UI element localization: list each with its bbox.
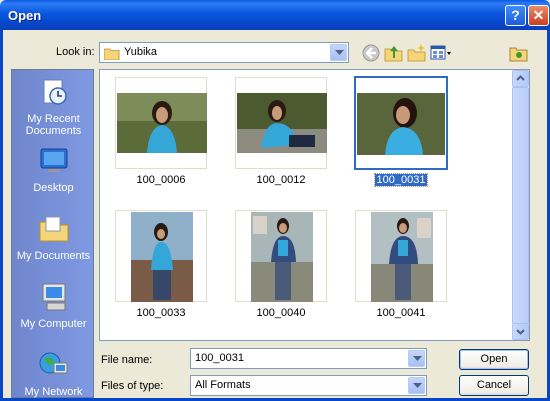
place-label: My Network: [24, 386, 83, 398]
vertical-scrollbar[interactable]: [512, 70, 529, 340]
file-thumbnail-100_0031[interactable]: [354, 76, 448, 170]
help-button[interactable]: ?: [505, 5, 526, 26]
files-of-type-dropdown[interactable]: All Formats: [190, 375, 427, 396]
places-bar: My Recent Documents Desktop My Documents…: [11, 69, 94, 398]
file-name-dropdown-arrow[interactable]: [408, 350, 425, 367]
new-folder-icon[interactable]: [407, 43, 427, 63]
look-in-label: Look in:: [56, 46, 95, 58]
photo-thumbnail: [357, 79, 445, 167]
chevron-down-icon: [516, 329, 525, 335]
place-label: My Computer: [20, 318, 87, 330]
file-name-label[interactable]: 100_0006: [115, 174, 207, 186]
folder-icon: [104, 48, 120, 60]
my-network-icon: [39, 352, 67, 374]
file-name-label[interactable]: 100_0040: [235, 307, 327, 319]
my-documents-icon: [39, 216, 68, 242]
look-in-dropdown[interactable]: Yubika: [99, 42, 349, 63]
scroll-up-button[interactable]: [512, 70, 529, 87]
place-my-computer[interactable]: My Computer: [12, 281, 95, 330]
file-name-label[interactable]: 100_0033: [115, 307, 207, 319]
photo-thumbnail: [251, 212, 313, 302]
file-thumbnail-100_0006[interactable]: [115, 77, 207, 169]
title-bar: Open ? ✕: [0, 0, 550, 30]
file-thumbnail-100_0012[interactable]: [235, 77, 327, 169]
file-name-label[interactable]: 100_0012: [235, 174, 327, 186]
place-label: My Recent Documents: [25, 113, 82, 137]
photo-thumbnail: [117, 93, 207, 153]
place-recent-documents[interactable]: My Recent Documents: [12, 76, 95, 137]
up-folder-icon[interactable]: [384, 43, 404, 63]
view-menu-icon[interactable]: [430, 43, 452, 63]
photo-thumbnail: [237, 93, 327, 153]
window-border-left: [0, 30, 3, 401]
file-name-label-selected[interactable]: 100_0031: [355, 173, 447, 187]
photo-thumbnail: [371, 212, 433, 302]
look-in-dropdown-arrow[interactable]: [330, 44, 347, 61]
file-thumbnail-100_0040[interactable]: [235, 210, 327, 302]
place-label: Desktop: [33, 182, 74, 194]
files-of-type-label: Files of type:: [101, 380, 164, 392]
photo-thumbnail: [131, 212, 193, 302]
folder-options-icon[interactable]: [509, 43, 529, 63]
file-name-label[interactable]: 100_0041: [355, 307, 447, 319]
place-label: My Documents: [16, 250, 91, 262]
file-thumbnail-100_0041[interactable]: [355, 210, 447, 302]
chevron-up-icon: [516, 75, 525, 81]
file-name-value: 100_0031: [195, 352, 244, 364]
look-in-value: Yubika: [124, 46, 158, 58]
desktop-icon: [40, 148, 67, 172]
file-name-label: File name:: [101, 354, 153, 366]
window-title: Open: [8, 8, 42, 23]
file-thumbnail-100_0033[interactable]: [115, 210, 207, 302]
place-my-documents[interactable]: My Documents: [12, 213, 95, 262]
place-my-network[interactable]: My Network: [12, 349, 95, 398]
scroll-down-button[interactable]: [512, 323, 529, 340]
file-name-input[interactable]: 100_0031: [190, 348, 427, 369]
files-of-type-dropdown-arrow[interactable]: [408, 377, 425, 394]
files-of-type-value: All Formats: [195, 379, 251, 391]
open-button[interactable]: Open: [459, 349, 529, 370]
close-button[interactable]: ✕: [528, 5, 549, 26]
back-icon[interactable]: [361, 43, 381, 63]
place-desktop[interactable]: Desktop: [12, 145, 95, 194]
cancel-button[interactable]: Cancel: [459, 375, 529, 396]
scroll-thumb[interactable]: [512, 87, 529, 324]
my-computer-icon: [42, 283, 65, 311]
file-list-view[interactable]: 100_0006 100_0012 100_0031 100_0033 100_…: [99, 69, 530, 341]
recent-documents-icon: [43, 79, 67, 105]
